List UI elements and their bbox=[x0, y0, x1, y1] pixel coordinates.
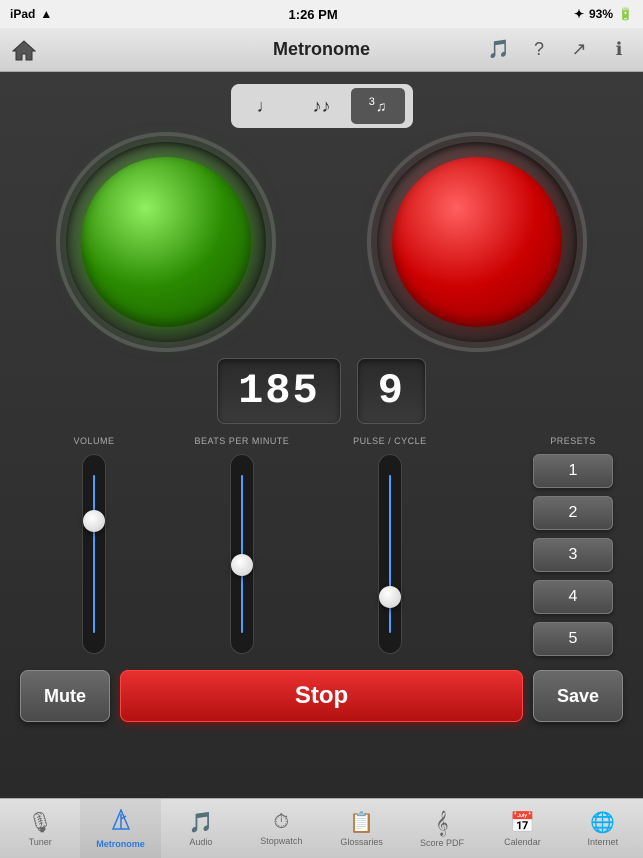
tab-audio[interactable]: 🎵 Audio bbox=[161, 799, 241, 858]
tab-stopwatch[interactable]: ⏱ Stopwatch bbox=[241, 799, 321, 858]
preset-5-button[interactable]: 5 bbox=[533, 622, 613, 656]
pulse-slider[interactable] bbox=[378, 454, 402, 654]
bpm-slider-col: BEATS PER MINUTE bbox=[168, 436, 316, 656]
tab-glossaries[interactable]: 📋 Glossaries bbox=[322, 799, 402, 858]
presets-label: PRESETS bbox=[550, 436, 596, 446]
clock: 1:26 PM bbox=[289, 7, 338, 22]
battery-icon: 🔋 bbox=[618, 7, 633, 21]
tab-calendar[interactable]: 📅 Calendar bbox=[482, 799, 562, 858]
main-content: ♩ ♪♪ 3♫ 185 9 VOLUME bbox=[0, 72, 643, 798]
glossaries-icon: 📋 bbox=[349, 810, 374, 835]
stopwatch-icon: ⏱ bbox=[274, 811, 290, 834]
preset-3-button[interactable]: 3 bbox=[533, 538, 613, 572]
save-button[interactable]: Save bbox=[533, 670, 623, 722]
status-bar: iPad ▲ 1:26 PM ✦ 93% 🔋 bbox=[0, 0, 643, 28]
note-quarter-button[interactable]: ♩ bbox=[239, 88, 293, 124]
mute-button[interactable]: Mute bbox=[20, 670, 110, 722]
preset-buttons: 1 2 3 4 5 bbox=[533, 454, 613, 656]
pulse-thumb[interactable] bbox=[379, 586, 401, 608]
score-pdf-icon: 𝄞 bbox=[436, 810, 449, 836]
preset-2-button[interactable]: 2 bbox=[533, 496, 613, 530]
bluetooth-icon: ✦ bbox=[574, 7, 584, 21]
internet-label: Internet bbox=[588, 837, 619, 847]
bpm-slider-label: BEATS PER MINUTE bbox=[194, 436, 289, 446]
music-icon[interactable]: 🎵 bbox=[485, 36, 513, 64]
info-icon[interactable]: ℹ bbox=[605, 36, 633, 64]
sliders-section: VOLUME BEATS PER MINUTE PULSE / CYCLE bbox=[10, 436, 633, 656]
volume-slider-col: VOLUME bbox=[20, 436, 168, 656]
calendar-icon: 📅 bbox=[510, 810, 535, 835]
audio-icon: 🎵 bbox=[188, 810, 213, 835]
red-light bbox=[392, 157, 562, 327]
preset-4-button[interactable]: 4 bbox=[533, 580, 613, 614]
battery-level: 93% bbox=[589, 7, 613, 21]
share-icon[interactable]: ↗ bbox=[565, 36, 593, 64]
score-pdf-label: Score PDF bbox=[420, 838, 464, 848]
lights-area bbox=[10, 142, 633, 342]
bpm-thumb[interactable] bbox=[231, 554, 253, 576]
green-light bbox=[81, 157, 251, 327]
metronome-icon bbox=[110, 809, 132, 837]
tab-bar: 🎙 Tuner Metronome 🎵 Audio ⏱ Stopwatch 📋 … bbox=[0, 798, 643, 858]
page-title: Metronome bbox=[273, 39, 370, 60]
glossaries-label: Glossaries bbox=[340, 837, 383, 847]
metronome-tab-label: Metronome bbox=[96, 839, 145, 849]
bpm-value: 185 bbox=[238, 367, 320, 415]
stop-button[interactable]: Stop bbox=[120, 670, 523, 722]
green-light-button[interactable] bbox=[66, 142, 266, 342]
stopwatch-label: Stopwatch bbox=[260, 836, 302, 846]
audio-label: Audio bbox=[189, 837, 212, 847]
bpm-slider[interactable] bbox=[230, 454, 254, 654]
tuner-icon: 🎙 bbox=[27, 810, 52, 835]
wifi-icon: ▲ bbox=[40, 7, 52, 21]
pulse-track bbox=[389, 475, 391, 633]
presets-col: PRESETS 1 2 3 4 5 bbox=[523, 436, 623, 656]
tab-internet[interactable]: 🌐 Internet bbox=[563, 799, 643, 858]
question-icon[interactable]: ? bbox=[525, 36, 553, 64]
note-selector: ♩ ♪♪ 3♫ bbox=[231, 84, 413, 128]
tab-score-pdf[interactable]: 𝄞 Score PDF bbox=[402, 799, 482, 858]
internet-icon: 🌐 bbox=[590, 810, 615, 835]
tempo-display: 185 9 bbox=[217, 358, 426, 424]
pulse-slider-label: PULSE / CYCLE bbox=[353, 436, 427, 446]
pulse-display[interactable]: 9 bbox=[357, 358, 426, 424]
tab-tuner[interactable]: 🎙 Tuner bbox=[0, 799, 80, 858]
pulse-value: 9 bbox=[378, 367, 405, 415]
volume-thumb[interactable] bbox=[83, 510, 105, 532]
volume-track bbox=[93, 475, 95, 633]
device-label: iPad bbox=[10, 7, 35, 21]
bpm-display[interactable]: 185 bbox=[217, 358, 341, 424]
note-triplet-button[interactable]: 3♫ bbox=[351, 88, 405, 124]
preset-1-button[interactable]: 1 bbox=[533, 454, 613, 488]
nav-bar: Metronome 🎵 ? ↗ ℹ bbox=[0, 28, 643, 72]
pulse-slider-col: PULSE / CYCLE bbox=[316, 436, 464, 656]
volume-slider[interactable] bbox=[82, 454, 106, 654]
tab-metronome[interactable]: Metronome bbox=[80, 799, 160, 858]
volume-label: VOLUME bbox=[73, 436, 114, 446]
red-light-button[interactable] bbox=[377, 142, 577, 342]
calendar-label: Calendar bbox=[504, 837, 541, 847]
bottom-buttons: Mute Stop Save bbox=[10, 670, 633, 722]
note-eighth-button[interactable]: ♪♪ bbox=[295, 88, 349, 124]
tuner-label: Tuner bbox=[29, 837, 52, 847]
home-button[interactable] bbox=[10, 36, 38, 64]
